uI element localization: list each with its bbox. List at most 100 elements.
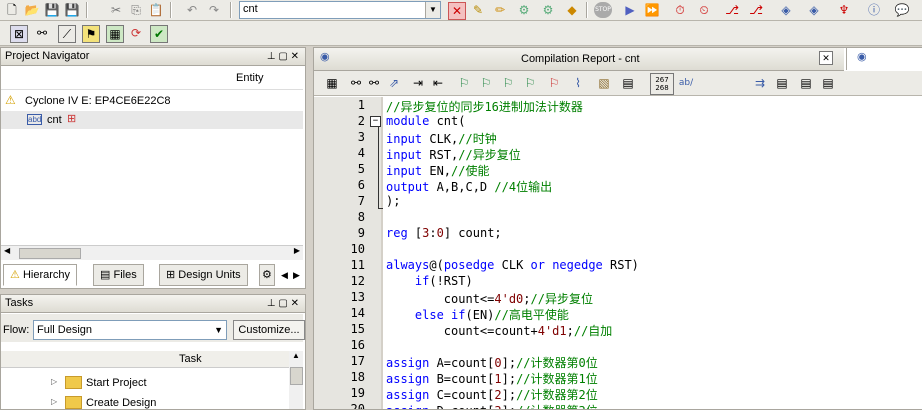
list2-icon[interactable]: ▤ <box>798 75 814 91</box>
code-line[interactable]: 5 input EN,//使能 <box>314 162 922 178</box>
code-line[interactable]: 17 assign A=count[0];//计数器第0位 <box>314 354 922 370</box>
code-line[interactable]: 16 <box>314 338 922 354</box>
rtl-icon[interactable]: ⎇ <box>748 2 764 18</box>
code-line[interactable]: 15 count<=count+4'd1;//自加 <box>314 322 922 338</box>
bookmark-delete-icon[interactable]: ⚐ <box>546 75 562 91</box>
code-line[interactable]: 3 input CLK,//时钟 <box>314 130 922 146</box>
chevron-down-icon[interactable]: ▼ <box>214 325 223 335</box>
panel-controls-icon[interactable]: ⊥ ▢ ✕ <box>267 295 299 312</box>
assignment-icon[interactable]: ⚑ <box>82 25 100 43</box>
line-numbers-icon[interactable]: 267 268 <box>650 73 674 95</box>
code-line[interactable]: 8 <box>314 210 922 226</box>
cut-icon[interactable]: ✂ <box>108 2 124 18</box>
refresh-icon[interactable]: ⟳ <box>128 25 144 41</box>
tab-next-window[interactable]: ◉ <box>846 48 922 70</box>
settings-icon[interactable]: ⚙ <box>516 2 532 18</box>
navigator-hscrollbar[interactable]: ◀ ▶ <box>1 245 303 260</box>
project-select[interactable]: cnt ▼ <box>239 1 441 19</box>
redo-icon[interactable]: ↷ <box>206 2 222 18</box>
expand-icon[interactable]: ▷ <box>51 397 57 406</box>
bookmark-icon[interactable]: ⚐ <box>456 75 472 91</box>
help-icon[interactable]: ⓘ <box>866 2 882 18</box>
code-line[interactable]: 11 always@(posedge CLK or negedge RST) <box>314 258 922 274</box>
list3-icon[interactable]: ▤ <box>820 75 836 91</box>
scroll-left-icon[interactable]: ◀ <box>4 246 10 255</box>
scroll-right-icon[interactable]: ▶ <box>294 246 300 255</box>
code-line[interactable]: 10 <box>314 242 922 258</box>
code-line[interactable]: 2 module cnt( <box>314 114 922 130</box>
edit-icon[interactable]: ⟋ <box>58 25 76 43</box>
scroll-thumb[interactable] <box>19 248 81 259</box>
flow-select[interactable]: Full Design ▼ <box>33 320 227 340</box>
tab-hierarchy[interactable]: ⚠ Hierarchy <box>3 264 78 286</box>
program-icon[interactable]: ◈ <box>806 2 822 18</box>
code-editor[interactable]: 1//异步复位的同步16进制加法计数器 2 module cnt(3 input CL… <box>314 97 922 409</box>
bookmark-next-icon[interactable]: ⚐ <box>478 75 494 91</box>
compile2-icon[interactable]: ◆ <box>564 2 580 18</box>
stop-icon[interactable]: STOP <box>594 2 612 18</box>
code-line[interactable]: 7); <box>314 194 922 210</box>
tab-next-icon[interactable]: ▶ <box>293 270 300 281</box>
code-line[interactable]: 1 //异步复位的同步16进制加法计数器 <box>314 98 922 114</box>
code-line[interactable]: 6 output A,B,C,D //4位输出 <box>314 178 922 194</box>
code-line[interactable]: 18 assign B=count[1];//计数器第1位 <box>314 370 922 386</box>
tasks-vscrollbar[interactable]: ▲ <box>289 351 303 409</box>
doc-icon[interactable]: ▤ <box>620 75 636 91</box>
tree-icon[interactable]: ♆ <box>836 2 852 18</box>
pin-planner-icon[interactable]: ⊠ <box>10 25 28 43</box>
reply-icon[interactable]: 💬 <box>894 2 910 18</box>
scroll-up-icon[interactable]: ▲ <box>292 351 300 360</box>
compile-icon[interactable]: ⚙ <box>540 2 556 18</box>
device-row[interactable]: ⚠ Cyclone IV E: EP4CE6E22C8 <box>1 92 303 110</box>
close-icon[interactable]: ✕ <box>819 51 833 65</box>
checklist-icon[interactable]: ✔ <box>150 25 168 43</box>
copy-icon[interactable]: ⎘ <box>128 2 144 18</box>
arrow-right-icon[interactable]: ⇉ <box>752 75 768 91</box>
tab-files[interactable]: ▤ Files <box>93 264 144 286</box>
code-line[interactable]: 14 else if(EN)//高电平使能 <box>314 306 922 322</box>
entity-header[interactable]: Entity <box>1 67 303 90</box>
task-row[interactable]: ▷ Create Design <box>1 395 289 409</box>
chevron-down-icon[interactable]: ▼ <box>425 2 440 18</box>
table-icon[interactable]: ▦ <box>324 75 340 91</box>
new-file-icon[interactable]: 🗋 <box>4 2 20 18</box>
replace-icon[interactable]: ⚯ <box>366 75 382 91</box>
pencil-icon[interactable]: ✏ <box>492 2 508 18</box>
scroll-thumb[interactable] <box>290 367 303 385</box>
undo-icon[interactable]: ↶ <box>184 2 200 18</box>
tab-overflow[interactable]: ⚙ <box>259 264 275 286</box>
scroll-doc-icon[interactable]: ▧ <box>596 75 612 91</box>
netlist-icon[interactable]: ⎇ <box>724 2 740 18</box>
play-icon[interactable]: ▶ <box>622 2 638 18</box>
code-line[interactable]: 4 input RST,//异步复位 <box>314 146 922 162</box>
code-line[interactable]: 13 count<=4'd0;//异步复位 <box>314 290 922 306</box>
task-column-header[interactable]: Task <box>1 351 289 368</box>
paste-icon[interactable]: 📋 <box>148 2 164 18</box>
entity-row-cnt[interactable]: abd cnt ⊞ <box>1 111 303 129</box>
panel-controls-icon[interactable]: ⊥ ▢ ✕ <box>267 48 299 65</box>
list-icon[interactable]: ▤ <box>774 75 790 91</box>
code-line[interactable]: 9 reg [3:0] count; <box>314 226 922 242</box>
clock-icon[interactable]: ⏲ <box>696 2 712 18</box>
board-icon[interactable]: ▦ <box>106 25 124 43</box>
goto-icon[interactable]: ⇗ <box>386 75 402 91</box>
customize-button[interactable]: Customize... <box>233 320 305 340</box>
spell-icon[interactable]: ab/ <box>676 75 696 91</box>
tab-design-units[interactable]: ⊞ Design Units <box>159 264 248 286</box>
attach-icon[interactable]: ⌇ <box>570 75 586 91</box>
analysis-icon[interactable]: ✎ <box>470 2 486 18</box>
code-line[interactable]: 12 if(!RST) <box>314 274 922 290</box>
timing-icon[interactable]: ⏱ <box>672 2 688 18</box>
save-all-icon[interactable]: 💾 <box>64 2 80 18</box>
bookmark-clear-icon[interactable]: ⚐ <box>522 75 538 91</box>
expand-icon[interactable]: ▷ <box>51 377 57 386</box>
chip-planner-icon[interactable]: ◈ <box>778 2 794 18</box>
fold-icon[interactable]: − <box>370 116 381 127</box>
indent-icon[interactable]: ⇥ <box>410 75 426 91</box>
tab-prev-icon[interactable]: ◀ <box>281 270 288 281</box>
task-row[interactable]: ▷ Start Project <box>1 375 289 393</box>
bookmark-prev-icon[interactable]: ⚐ <box>500 75 516 91</box>
play2-icon[interactable]: ⏩ <box>644 2 660 18</box>
outdent-icon[interactable]: ⇤ <box>430 75 446 91</box>
save-icon[interactable]: 💾 <box>44 2 60 18</box>
